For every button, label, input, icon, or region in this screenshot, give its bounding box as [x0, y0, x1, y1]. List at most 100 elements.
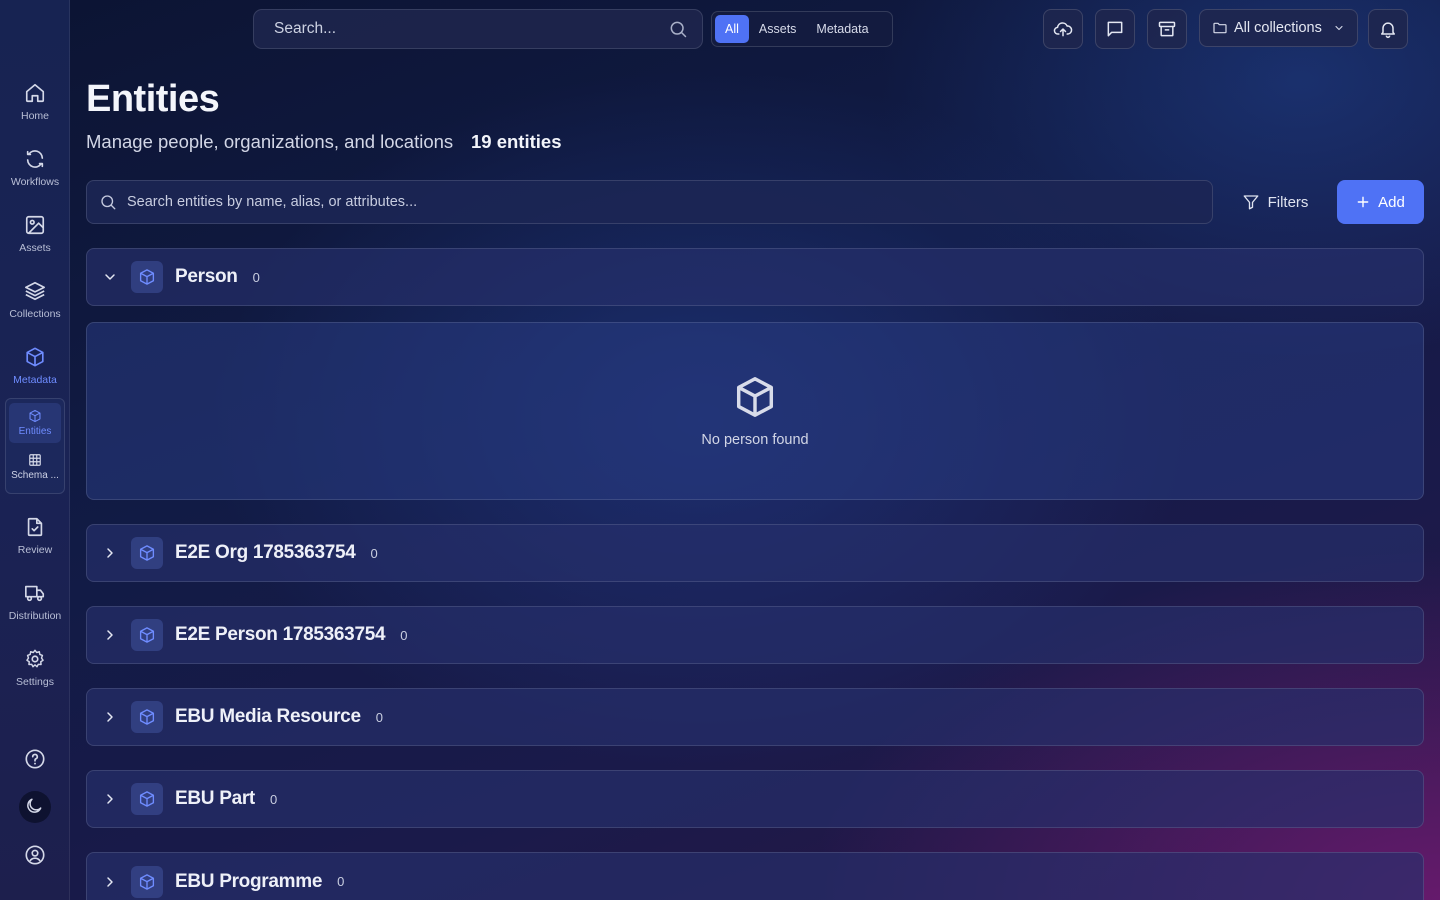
- sidebar-item-label: Assets: [19, 242, 51, 254]
- search-icon: [99, 193, 117, 211]
- entity-group-e2e-org[interactable]: E2E Org 1785363754 0: [86, 524, 1424, 582]
- file-check-icon: [24, 516, 46, 538]
- entity-group-count: 0: [370, 545, 378, 561]
- entity-search: [86, 180, 1213, 224]
- add-button[interactable]: Add: [1337, 180, 1424, 224]
- subnav-item-entities[interactable]: Entities: [9, 403, 61, 443]
- layers-icon: [24, 280, 46, 302]
- message-icon: [1105, 19, 1125, 39]
- truck-icon: [24, 582, 46, 604]
- folder-icon: [1212, 20, 1228, 36]
- profile-button[interactable]: [0, 844, 70, 866]
- entity-group-ebu-part[interactable]: EBU Part 0: [86, 770, 1424, 828]
- cube-icon: [138, 626, 156, 644]
- add-label: Add: [1378, 193, 1405, 211]
- notifications-button[interactable]: [1368, 9, 1408, 49]
- entity-group-count: 0: [337, 874, 345, 889]
- entity-count: 19 entities: [471, 131, 562, 152]
- search-scope-tabs: All Assets Metadata: [711, 11, 893, 47]
- filter-icon: [1242, 193, 1260, 211]
- entity-group-ebu-media-resource[interactable]: EBU Media Resource 0: [86, 688, 1424, 746]
- entity-group-name: EBU Programme: [175, 871, 323, 892]
- sidebar-item-distribution[interactable]: Distribution: [0, 580, 70, 638]
- entity-group-ebu-programme[interactable]: EBU Programme 0: [86, 852, 1424, 900]
- entity-group-name: Person: [175, 266, 238, 287]
- help-button[interactable]: [0, 748, 70, 770]
- archive-button[interactable]: [1147, 9, 1187, 49]
- sidebar-item-workflows[interactable]: Workflows: [0, 146, 70, 204]
- empty-state: No person found: [86, 322, 1424, 500]
- home-icon: [24, 82, 46, 104]
- entity-type-badge: [131, 537, 163, 569]
- filters-button[interactable]: Filters: [1228, 180, 1322, 224]
- theme-toggle-button[interactable]: [0, 791, 70, 823]
- sidebar-item-settings[interactable]: Settings: [0, 646, 70, 704]
- entity-group-name: EBU Part: [175, 788, 255, 809]
- entity-group-count: 0: [375, 709, 383, 725]
- subnav-item-schema[interactable]: Schema ...: [9, 447, 61, 487]
- subnav-item-label: Entities: [18, 426, 52, 437]
- subnav-item-label: Schema ...: [11, 470, 59, 481]
- theme-toggle: [19, 791, 51, 823]
- entity-group-e2e-person[interactable]: E2E Person 1785363754 0: [86, 606, 1424, 664]
- entity-group-person[interactable]: Person 0: [86, 248, 1424, 306]
- gear-icon: [24, 648, 46, 670]
- upload-cloud-icon: [1053, 19, 1073, 39]
- chevron-right-icon: [102, 874, 118, 890]
- refresh-icon: [24, 148, 46, 170]
- sidebar-item-home[interactable]: Home: [0, 80, 70, 138]
- scope-tab-metadata[interactable]: Metadata: [806, 15, 878, 43]
- user-circle-icon: [24, 844, 46, 866]
- sidebar-item-review[interactable]: Review: [0, 514, 70, 572]
- sidebar-item-label: Home: [20, 110, 49, 122]
- sidebar-item-label: Settings: [16, 676, 54, 688]
- cube-icon: [732, 374, 778, 420]
- entity-group-count: 0: [400, 627, 408, 643]
- chevron-down-icon: [102, 269, 118, 285]
- cube-icon: [24, 346, 46, 368]
- global-search: [253, 9, 703, 49]
- scope-tab-all[interactable]: All: [715, 15, 749, 43]
- entity-group-name: E2E Org 1785363754: [175, 542, 356, 563]
- plus-icon: [1356, 195, 1370, 209]
- sidebar-item-label: Metadata: [13, 374, 57, 386]
- entity-group-name: E2E Person 1785363754: [175, 624, 386, 645]
- empty-state-text: No person found: [701, 432, 809, 448]
- chevron-right-icon: [102, 545, 118, 561]
- page-subtitle: Manage people, organizations, and locati…: [86, 131, 454, 152]
- sidebar-item-label: Distribution: [8, 610, 62, 622]
- chevron-right-icon: [102, 627, 118, 643]
- cube-icon: [138, 790, 156, 808]
- entity-type-badge: [131, 261, 163, 293]
- entity-type-badge: [131, 619, 163, 651]
- search-icon[interactable]: [668, 19, 688, 39]
- metadata-subnav: Entities Schema ...: [5, 398, 65, 494]
- sidebar-item-label: Collections: [9, 308, 61, 320]
- chevron-right-icon: [102, 791, 118, 807]
- sidebar-item-collections[interactable]: Collections: [0, 278, 70, 336]
- entity-search-input[interactable]: [127, 194, 1200, 210]
- image-icon: [24, 214, 46, 236]
- chevron-down-icon: [1333, 22, 1345, 34]
- cube-icon: [138, 873, 156, 891]
- scope-tab-assets[interactable]: Assets: [749, 15, 807, 43]
- page-title: Entities: [86, 78, 220, 120]
- sidebar-item-metadata[interactable]: Metadata: [0, 344, 70, 402]
- sidebar-item-label: Workflows: [10, 176, 60, 188]
- collections-select-label: All collections: [1234, 20, 1322, 36]
- cube-icon: [138, 708, 156, 726]
- collections-select[interactable]: All collections: [1199, 9, 1358, 47]
- filters-label: Filters: [1267, 193, 1309, 211]
- moon-icon: [24, 796, 46, 818]
- cube-icon: [138, 544, 156, 562]
- sidebar-item-assets[interactable]: Assets: [0, 212, 70, 270]
- entity-group-count: 0: [269, 791, 278, 807]
- entity-type-badge: [131, 783, 163, 815]
- chevron-right-icon: [102, 709, 118, 725]
- entity-group-count: 0: [252, 269, 260, 285]
- upload-button[interactable]: [1043, 9, 1083, 49]
- global-search-input[interactable]: [274, 20, 668, 38]
- cube-icon: [28, 409, 42, 423]
- sidebar: Home Workflows Assets Collections Metada…: [0, 0, 70, 900]
- messages-button[interactable]: [1095, 9, 1135, 49]
